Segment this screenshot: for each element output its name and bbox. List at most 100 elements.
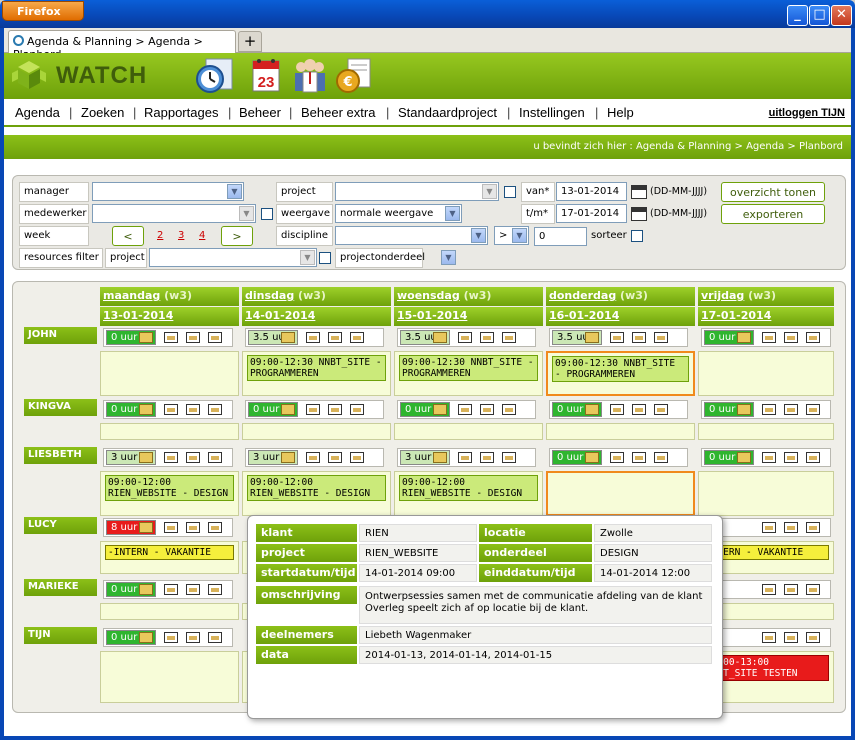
view-day-icon[interactable] [784,584,798,595]
day-header-woensdag[interactable]: woensdag (w3) [394,287,543,306]
appointment-block[interactable]: 09:00-12:00 RIEN_WEBSITE - DESIGN [105,475,234,501]
view-day-icon[interactable] [784,452,798,463]
add-appointment-icon[interactable] [762,632,776,643]
menu-beheer-extra[interactable]: Beheer extra [301,105,375,120]
view-day-icon[interactable] [328,452,342,463]
open-folder-icon[interactable] [737,404,751,415]
view-day-icon[interactable] [784,632,798,643]
appointment-block[interactable]: 09:00-12:30 NNBT_SITE - PROGRAMMEREN [552,356,689,382]
copy-appointment-icon[interactable] [806,522,820,533]
day-cell[interactable] [100,603,239,620]
appointment-block[interactable]: 09:00-12:30 NNBT_SITE - PROGRAMMEREN [399,355,538,381]
view-day-icon[interactable] [186,522,200,533]
person-liesbeth[interactable]: LIESBETH [24,447,97,464]
hours-button[interactable]: 0 uur [400,402,450,417]
hours-button[interactable]: 0 uur [106,402,156,417]
day-date-dinsdag[interactable]: 14-01-2014 [242,307,391,326]
add-appointment-icon[interactable] [164,452,178,463]
add-appointment-icon[interactable] [306,452,320,463]
open-folder-icon[interactable] [585,452,599,463]
hours-button[interactable]: 3 uur [248,450,298,465]
hours-button[interactable]: 0 uur [106,330,156,345]
day-date-woensdag[interactable]: 15-01-2014 [394,307,543,326]
copy-appointment-icon[interactable] [806,452,820,463]
open-folder-icon[interactable] [139,584,153,595]
overview-button[interactable]: overzicht tonen [721,182,825,202]
day-header-vrijdag[interactable]: vrijdag (w3) [698,287,834,306]
day-cell[interactable] [698,471,834,516]
new-tab-button[interactable]: + [238,31,262,52]
add-appointment-icon[interactable] [610,332,624,343]
view-day-icon[interactable] [632,404,646,415]
add-appointment-icon[interactable] [762,452,776,463]
week-prev-button[interactable]: < [112,226,144,246]
day-cell[interactable] [100,351,239,396]
open-folder-icon[interactable] [433,332,447,343]
day-cell[interactable]: 09:00-12:30 NNBT_SITE - PROGRAMMEREN [394,351,543,396]
add-appointment-icon[interactable] [610,404,624,415]
week-next-button[interactable]: > [221,226,253,246]
day-header-maandag[interactable]: maandag (w3) [100,287,239,306]
copy-appointment-icon[interactable] [350,332,364,343]
view-day-icon[interactable] [784,404,798,415]
compare-dropdown-icon[interactable]: ▼ [512,228,527,243]
view-day-icon[interactable] [784,522,798,533]
add-appointment-icon[interactable] [762,404,776,415]
hours-button[interactable]: 0 uur [552,402,602,417]
add-appointment-icon[interactable] [306,332,320,343]
weergave-dropdown-icon[interactable]: ▼ [445,206,460,221]
day-date[interactable]: 16-01-2014 [549,309,619,322]
discipline-number-input[interactable]: 0 [534,227,587,246]
hours-button[interactable]: 0 uur [552,450,602,465]
view-day-icon[interactable] [784,332,798,343]
day-name[interactable]: vrijdag [701,289,744,302]
copy-appointment-icon[interactable] [806,332,820,343]
clock-icon[interactable] [194,55,234,95]
day-date-vrijdag[interactable]: 17-01-2014 [698,307,834,326]
view-day-icon[interactable] [186,404,200,415]
add-appointment-icon[interactable] [762,332,776,343]
copy-appointment-icon[interactable] [208,404,222,415]
day-date-maandag[interactable]: 13-01-2014 [100,307,239,326]
appointment-block[interactable]: 09:00-12:00 RIEN_WEBSITE - DESIGN [247,475,386,501]
copy-appointment-icon[interactable] [806,404,820,415]
open-folder-icon[interactable] [139,404,153,415]
hours-button[interactable]: 8 uur [106,520,156,535]
add-appointment-icon[interactable] [164,632,178,643]
hours-button[interactable]: 0 uur [704,450,754,465]
day-cell[interactable] [100,651,239,703]
hours-button[interactable]: 3 uur [400,450,450,465]
export-button[interactable]: exporteren [721,204,825,224]
day-name[interactable]: donderdag [549,289,616,302]
resources-project-dropdown-icon[interactable]: ▼ [300,250,315,265]
copy-appointment-icon[interactable] [208,452,222,463]
copy-appointment-icon[interactable] [350,404,364,415]
open-folder-icon[interactable] [433,404,447,415]
day-date[interactable]: 17-01-2014 [701,309,771,322]
van-date-input[interactable]: 13-01-2014 [556,182,627,201]
copy-appointment-icon[interactable] [502,452,516,463]
day-cell[interactable]: 09:00-12:00 RIEN_WEBSITE - DESIGN [242,471,391,516]
day-date[interactable]: 15-01-2014 [397,309,467,322]
view-day-icon[interactable] [480,404,494,415]
van-calendar-icon[interactable] [631,185,647,199]
menu-standaardproject[interactable]: Standaardproject [398,105,497,120]
open-folder-icon[interactable] [139,632,153,643]
open-folder-icon[interactable] [139,522,153,533]
copy-appointment-icon[interactable] [502,404,516,415]
project-checkbox[interactable] [504,186,516,198]
hours-button[interactable]: 3.5 uur [552,330,602,345]
view-day-icon[interactable] [186,632,200,643]
day-cell[interactable] [698,423,834,440]
copy-appointment-icon[interactable] [502,332,516,343]
open-folder-icon[interactable] [139,452,153,463]
view-day-icon[interactable] [632,452,646,463]
copy-appointment-icon[interactable] [208,632,222,643]
hours-button[interactable]: 0 uur [704,402,754,417]
open-folder-icon[interactable] [585,332,599,343]
open-folder-icon[interactable] [433,452,447,463]
day-date[interactable]: 13-01-2014 [103,309,173,322]
view-day-icon[interactable] [480,332,494,343]
day-date[interactable]: 14-01-2014 [245,309,315,322]
day-header-dinsdag[interactable]: dinsdag (w3) [242,287,391,306]
